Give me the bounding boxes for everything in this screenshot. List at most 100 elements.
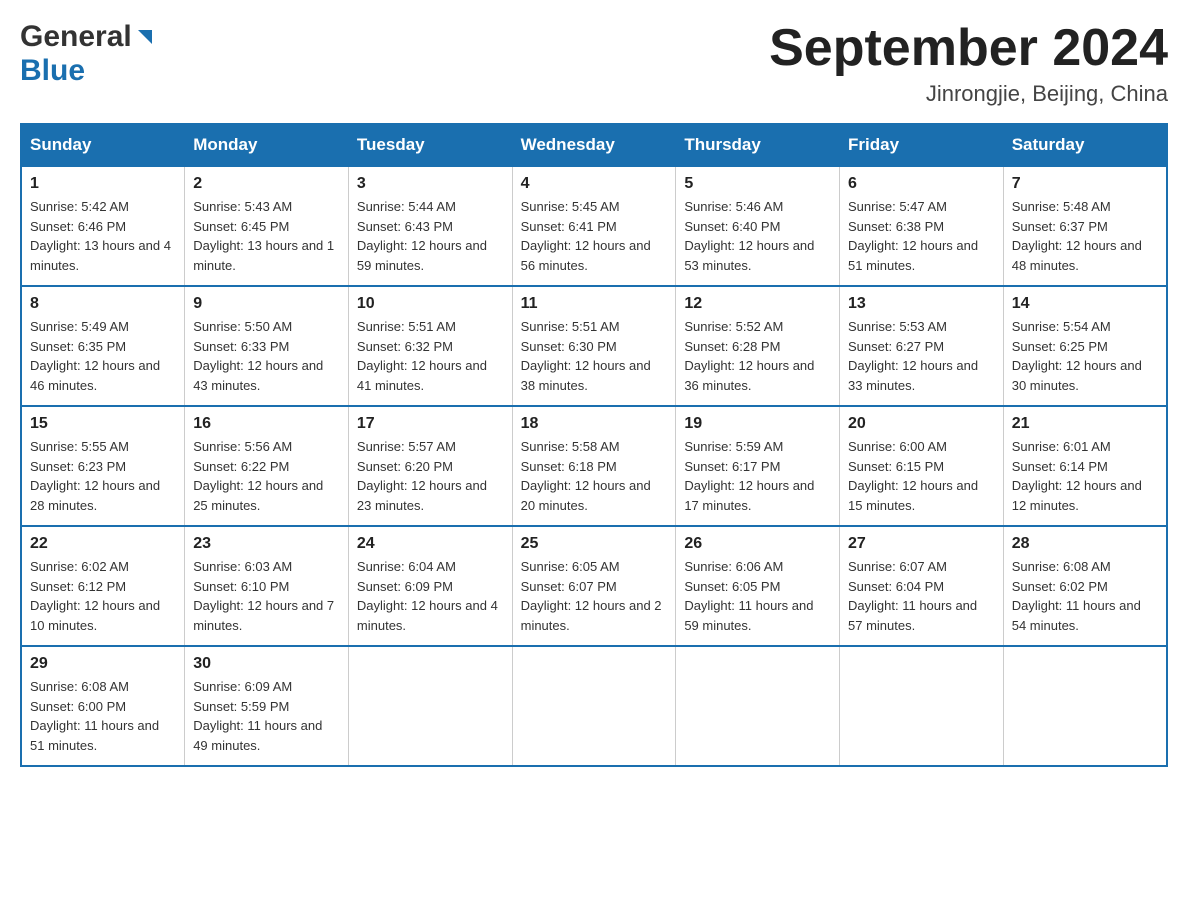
day-number: 26 xyxy=(684,535,831,553)
day-info: Sunrise: 6:03 AM Sunset: 6:10 PM Dayligh… xyxy=(193,557,340,635)
day-number: 9 xyxy=(193,295,340,313)
calendar-cell: 30 Sunrise: 6:09 AM Sunset: 5:59 PM Dayl… xyxy=(185,646,349,766)
day-number: 11 xyxy=(521,295,668,313)
day-info: Sunrise: 5:50 AM Sunset: 6:33 PM Dayligh… xyxy=(193,317,340,395)
calendar-cell: 10 Sunrise: 5:51 AM Sunset: 6:32 PM Dayl… xyxy=(348,286,512,406)
calendar-cell: 12 Sunrise: 5:52 AM Sunset: 6:28 PM Dayl… xyxy=(676,286,840,406)
calendar-cell: 14 Sunrise: 5:54 AM Sunset: 6:25 PM Dayl… xyxy=(1003,286,1167,406)
calendar-cell: 28 Sunrise: 6:08 AM Sunset: 6:02 PM Dayl… xyxy=(1003,526,1167,646)
day-number: 7 xyxy=(1012,175,1158,193)
calendar-week-row: 29 Sunrise: 6:08 AM Sunset: 6:00 PM Dayl… xyxy=(21,646,1167,766)
calendar-cell: 3 Sunrise: 5:44 AM Sunset: 6:43 PM Dayli… xyxy=(348,166,512,286)
day-number: 8 xyxy=(30,295,176,313)
day-number: 16 xyxy=(193,415,340,433)
day-number: 28 xyxy=(1012,535,1158,553)
day-number: 23 xyxy=(193,535,340,553)
page-header: General Blue September 2024 Jinrongjie, … xyxy=(20,20,1168,107)
day-number: 30 xyxy=(193,655,340,673)
calendar-cell: 6 Sunrise: 5:47 AM Sunset: 6:38 PM Dayli… xyxy=(840,166,1004,286)
calendar-day-header-monday: Monday xyxy=(185,124,349,166)
day-number: 10 xyxy=(357,295,504,313)
day-number: 21 xyxy=(1012,415,1158,433)
location-label: Jinrongjie, Beijing, China xyxy=(769,81,1168,107)
calendar-cell: 5 Sunrise: 5:46 AM Sunset: 6:40 PM Dayli… xyxy=(676,166,840,286)
calendar-cell: 16 Sunrise: 5:56 AM Sunset: 6:22 PM Dayl… xyxy=(185,406,349,526)
calendar-cell: 24 Sunrise: 6:04 AM Sunset: 6:09 PM Dayl… xyxy=(348,526,512,646)
day-info: Sunrise: 5:55 AM Sunset: 6:23 PM Dayligh… xyxy=(30,437,176,515)
calendar-cell: 18 Sunrise: 5:58 AM Sunset: 6:18 PM Dayl… xyxy=(512,406,676,526)
calendar-cell: 20 Sunrise: 6:00 AM Sunset: 6:15 PM Dayl… xyxy=(840,406,1004,526)
calendar-cell xyxy=(1003,646,1167,766)
calendar-week-row: 22 Sunrise: 6:02 AM Sunset: 6:12 PM Dayl… xyxy=(21,526,1167,646)
day-info: Sunrise: 5:53 AM Sunset: 6:27 PM Dayligh… xyxy=(848,317,995,395)
calendar-cell: 8 Sunrise: 5:49 AM Sunset: 6:35 PM Dayli… xyxy=(21,286,185,406)
day-info: Sunrise: 5:51 AM Sunset: 6:30 PM Dayligh… xyxy=(521,317,668,395)
logo-blue-text: Blue xyxy=(20,54,85,87)
calendar-cell: 21 Sunrise: 6:01 AM Sunset: 6:14 PM Dayl… xyxy=(1003,406,1167,526)
calendar-table: SundayMondayTuesdayWednesdayThursdayFrid… xyxy=(20,123,1168,767)
day-info: Sunrise: 5:48 AM Sunset: 6:37 PM Dayligh… xyxy=(1012,197,1158,275)
day-info: Sunrise: 6:08 AM Sunset: 6:02 PM Dayligh… xyxy=(1012,557,1158,635)
day-info: Sunrise: 5:59 AM Sunset: 6:17 PM Dayligh… xyxy=(684,437,831,515)
calendar-cell: 29 Sunrise: 6:08 AM Sunset: 6:00 PM Dayl… xyxy=(21,646,185,766)
calendar-cell: 22 Sunrise: 6:02 AM Sunset: 6:12 PM Dayl… xyxy=(21,526,185,646)
day-number: 2 xyxy=(193,175,340,193)
day-number: 1 xyxy=(30,175,176,193)
day-number: 5 xyxy=(684,175,831,193)
calendar-cell: 15 Sunrise: 5:55 AM Sunset: 6:23 PM Dayl… xyxy=(21,406,185,526)
day-info: Sunrise: 6:04 AM Sunset: 6:09 PM Dayligh… xyxy=(357,557,504,635)
calendar-cell: 23 Sunrise: 6:03 AM Sunset: 6:10 PM Dayl… xyxy=(185,526,349,646)
day-info: Sunrise: 5:42 AM Sunset: 6:46 PM Dayligh… xyxy=(30,197,176,275)
calendar-week-row: 15 Sunrise: 5:55 AM Sunset: 6:23 PM Dayl… xyxy=(21,406,1167,526)
day-info: Sunrise: 6:02 AM Sunset: 6:12 PM Dayligh… xyxy=(30,557,176,635)
day-number: 13 xyxy=(848,295,995,313)
day-number: 12 xyxy=(684,295,831,313)
calendar-cell: 9 Sunrise: 5:50 AM Sunset: 6:33 PM Dayli… xyxy=(185,286,349,406)
day-number: 3 xyxy=(357,175,504,193)
day-number: 17 xyxy=(357,415,504,433)
calendar-cell xyxy=(840,646,1004,766)
calendar-week-row: 1 Sunrise: 5:42 AM Sunset: 6:46 PM Dayli… xyxy=(21,166,1167,286)
day-number: 22 xyxy=(30,535,176,553)
day-info: Sunrise: 6:07 AM Sunset: 6:04 PM Dayligh… xyxy=(848,557,995,635)
day-number: 14 xyxy=(1012,295,1158,313)
calendar-cell xyxy=(512,646,676,766)
logo-general-text: General xyxy=(20,20,132,54)
calendar-cell: 1 Sunrise: 5:42 AM Sunset: 6:46 PM Dayli… xyxy=(21,166,185,286)
day-number: 19 xyxy=(684,415,831,433)
calendar-cell: 11 Sunrise: 5:51 AM Sunset: 6:30 PM Dayl… xyxy=(512,286,676,406)
day-number: 25 xyxy=(521,535,668,553)
calendar-cell: 2 Sunrise: 5:43 AM Sunset: 6:45 PM Dayli… xyxy=(185,166,349,286)
calendar-cell: 17 Sunrise: 5:57 AM Sunset: 6:20 PM Dayl… xyxy=(348,406,512,526)
day-number: 4 xyxy=(521,175,668,193)
calendar-cell: 26 Sunrise: 6:06 AM Sunset: 6:05 PM Dayl… xyxy=(676,526,840,646)
calendar-cell xyxy=(676,646,840,766)
day-info: Sunrise: 5:43 AM Sunset: 6:45 PM Dayligh… xyxy=(193,197,340,275)
day-info: Sunrise: 6:00 AM Sunset: 6:15 PM Dayligh… xyxy=(848,437,995,515)
title-section: September 2024 Jinrongjie, Beijing, Chin… xyxy=(769,20,1168,107)
calendar-cell: 27 Sunrise: 6:07 AM Sunset: 6:04 PM Dayl… xyxy=(840,526,1004,646)
day-number: 27 xyxy=(848,535,995,553)
month-year-title: September 2024 xyxy=(769,20,1168,77)
day-info: Sunrise: 5:52 AM Sunset: 6:28 PM Dayligh… xyxy=(684,317,831,395)
day-number: 15 xyxy=(30,415,176,433)
calendar-day-header-tuesday: Tuesday xyxy=(348,124,512,166)
calendar-header-row: SundayMondayTuesdayWednesdayThursdayFrid… xyxy=(21,124,1167,166)
day-number: 18 xyxy=(521,415,668,433)
day-info: Sunrise: 5:49 AM Sunset: 6:35 PM Dayligh… xyxy=(30,317,176,395)
day-info: Sunrise: 5:58 AM Sunset: 6:18 PM Dayligh… xyxy=(521,437,668,515)
calendar-cell: 13 Sunrise: 5:53 AM Sunset: 6:27 PM Dayl… xyxy=(840,286,1004,406)
calendar-week-row: 8 Sunrise: 5:49 AM Sunset: 6:35 PM Dayli… xyxy=(21,286,1167,406)
logo-arrow-icon xyxy=(134,26,156,53)
day-info: Sunrise: 5:56 AM Sunset: 6:22 PM Dayligh… xyxy=(193,437,340,515)
calendar-day-header-friday: Friday xyxy=(840,124,1004,166)
calendar-cell: 25 Sunrise: 6:05 AM Sunset: 6:07 PM Dayl… xyxy=(512,526,676,646)
calendar-cell xyxy=(348,646,512,766)
day-info: Sunrise: 5:47 AM Sunset: 6:38 PM Dayligh… xyxy=(848,197,995,275)
calendar-day-header-wednesday: Wednesday xyxy=(512,124,676,166)
day-info: Sunrise: 5:51 AM Sunset: 6:32 PM Dayligh… xyxy=(357,317,504,395)
day-number: 20 xyxy=(848,415,995,433)
day-number: 29 xyxy=(30,655,176,673)
day-number: 6 xyxy=(848,175,995,193)
day-info: Sunrise: 6:09 AM Sunset: 5:59 PM Dayligh… xyxy=(193,677,340,755)
